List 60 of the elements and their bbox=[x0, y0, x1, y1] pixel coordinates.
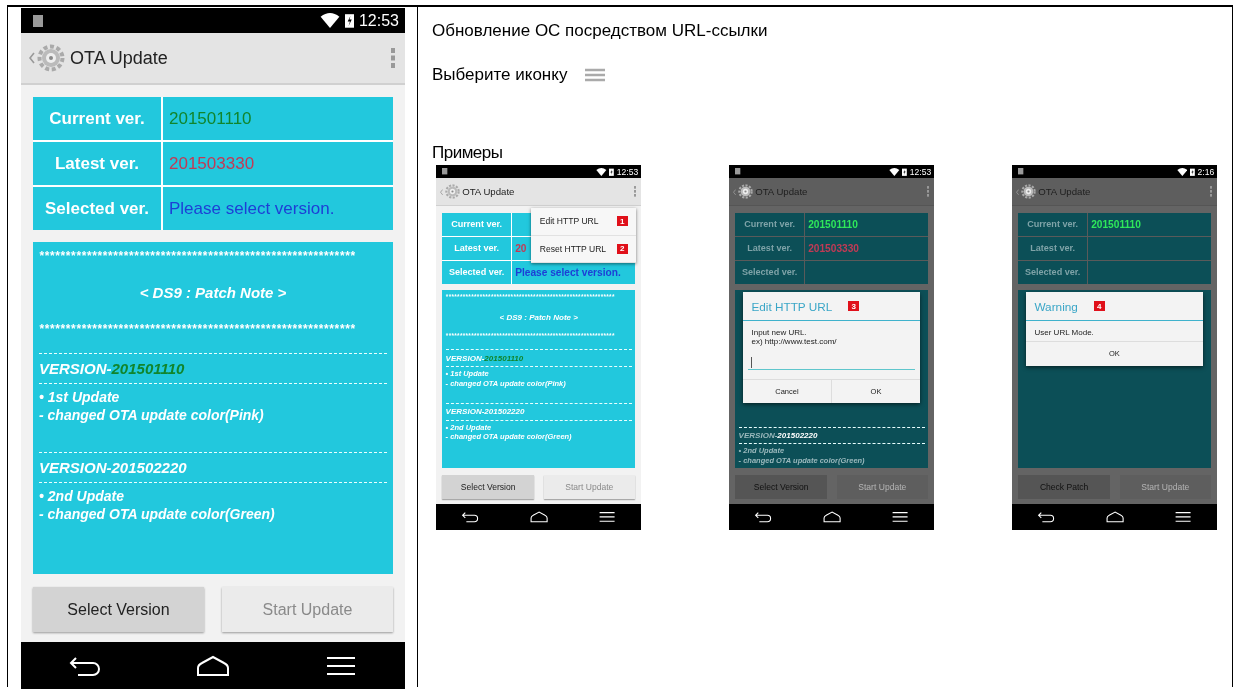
app-title: OTA Update bbox=[1038, 186, 1092, 198]
wifi-icon bbox=[889, 167, 900, 176]
status-time: 2:16 bbox=[1197, 166, 1215, 177]
patch-note-title: < DS9 : Patch Note > bbox=[138, 284, 288, 301]
status-time: 12:53 bbox=[909, 166, 932, 177]
info-label: Latest ver. bbox=[735, 236, 804, 260]
status-time: 12:53 bbox=[358, 11, 399, 30]
wifi-icon bbox=[1176, 167, 1188, 176]
info-label: Selected ver. bbox=[1018, 260, 1087, 284]
info-label: Selected ver. bbox=[442, 260, 511, 284]
info-value: 201501110 bbox=[163, 97, 393, 140]
info-label: Current ver. bbox=[1018, 212, 1087, 236]
info-label: Current ver. bbox=[442, 212, 511, 236]
version-heading: VERSION-201501110 bbox=[39, 353, 387, 384]
info-label: Selected ver. bbox=[735, 260, 804, 284]
instruction-text: Выберите иконку bbox=[432, 65, 568, 85]
asterisk-line: ************************************************************ bbox=[39, 248, 357, 264]
app-title: OTA Update bbox=[70, 47, 169, 69]
app-title: OTA Update bbox=[755, 186, 809, 198]
battery-icon bbox=[344, 13, 354, 28]
wifi-icon bbox=[319, 13, 340, 28]
action-button[interactable]: Select Version bbox=[442, 474, 534, 499]
info-value: 201501110 bbox=[1087, 212, 1212, 236]
info-label: Latest ver. bbox=[1018, 236, 1087, 260]
menu-icon bbox=[583, 68, 608, 82]
update-change: - changed OTA update color(Green) bbox=[39, 505, 276, 523]
info-label: Current ver. bbox=[735, 212, 804, 236]
examples-heading: Примеры bbox=[431, 143, 504, 164]
recent-apps-icon[interactable] bbox=[324, 655, 358, 677]
status-time: 12:53 bbox=[616, 166, 639, 177]
info-value: Please select version. bbox=[163, 187, 393, 230]
info-value: 201501110 bbox=[804, 212, 929, 236]
asterisk-line: ************************************************************ bbox=[39, 321, 357, 337]
info-value: 201503330 bbox=[804, 236, 929, 260]
version-heading: VERSION-201502220 bbox=[39, 452, 387, 483]
update-title: • 2nd Update bbox=[39, 487, 126, 505]
url-input-field[interactable] bbox=[748, 355, 915, 371]
notification-icon bbox=[1018, 168, 1024, 175]
gear-icon bbox=[444, 184, 460, 200]
notification-icon bbox=[33, 14, 43, 27]
info-label: Latest ver. bbox=[442, 236, 511, 260]
section-title: Обновление ОС посредством URL-ссылки bbox=[431, 20, 769, 42]
update-change: - changed OTA update color(Pink) bbox=[39, 406, 265, 424]
notification-icon bbox=[442, 168, 448, 175]
gear-icon bbox=[737, 184, 753, 200]
action-button[interactable]: Select Version bbox=[33, 587, 204, 632]
gear-icon bbox=[37, 44, 65, 72]
app-title: OTA Update bbox=[462, 186, 516, 198]
info-label: Selected ver. bbox=[33, 187, 161, 230]
info-label: Current ver. bbox=[33, 97, 161, 140]
wifi-icon bbox=[596, 167, 607, 176]
info-value: 201503330 bbox=[163, 142, 393, 185]
info-label: Latest ver. bbox=[33, 142, 161, 185]
gear-icon bbox=[1020, 184, 1036, 200]
home-icon[interactable] bbox=[196, 655, 230, 677]
back-icon[interactable] bbox=[68, 655, 102, 677]
dialog-title: Warning bbox=[1034, 299, 1078, 313]
dialog-title: Edit HTTP URL bbox=[751, 299, 833, 313]
notification-icon bbox=[735, 168, 741, 175]
update-title: • 1st Update bbox=[39, 388, 121, 406]
